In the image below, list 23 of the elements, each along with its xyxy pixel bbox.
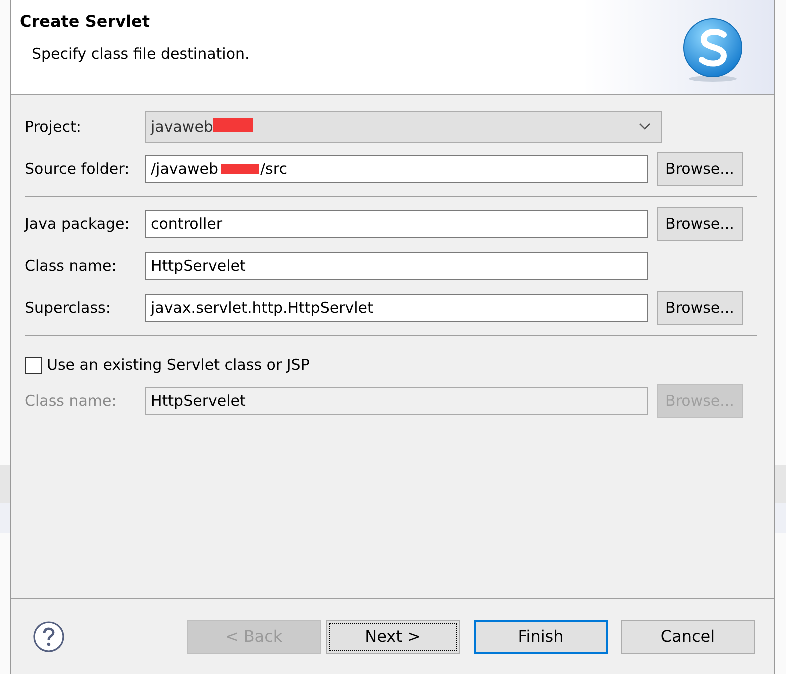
help-icon[interactable] bbox=[33, 620, 65, 652]
dialog-button[interactable]: Next > bbox=[326, 620, 460, 654]
dialog-button[interactable]: Finish bbox=[474, 620, 608, 654]
browse-button[interactable]: Browse... bbox=[657, 291, 743, 325]
checkbox[interactable] bbox=[25, 356, 42, 374]
source-folder-field[interactable]: /javaweb /src bbox=[145, 155, 648, 183]
chevron-down-icon bbox=[639, 123, 651, 131]
input-field[interactable]: javax.servlet.http.HttpServlet bbox=[145, 294, 648, 322]
dialog-title: Create Servlet bbox=[20, 12, 152, 31]
dialog-subtitle: Specify class file destination. bbox=[32, 45, 250, 63]
field-label: Superclass: bbox=[25, 299, 112, 317]
field-label: Source folder: bbox=[25, 160, 131, 178]
checkbox-label[interactable]: Use an existing Servlet class or JSP bbox=[47, 356, 310, 374]
field-label: Class name: bbox=[25, 257, 118, 275]
dialog-button[interactable]: Cancel bbox=[621, 620, 755, 654]
field-label: Project: bbox=[25, 118, 82, 136]
field-label: Java package: bbox=[25, 215, 131, 233]
dropdown-value: javaweb bbox=[151, 118, 639, 136]
input-field[interactable]: controller bbox=[145, 210, 648, 238]
input-field[interactable]: HttpServelet bbox=[145, 252, 648, 280]
field-label: Class name: bbox=[25, 392, 118, 410]
browse-button[interactable]: Browse... bbox=[657, 152, 743, 186]
browse-button[interactable]: Browse... bbox=[657, 207, 743, 241]
